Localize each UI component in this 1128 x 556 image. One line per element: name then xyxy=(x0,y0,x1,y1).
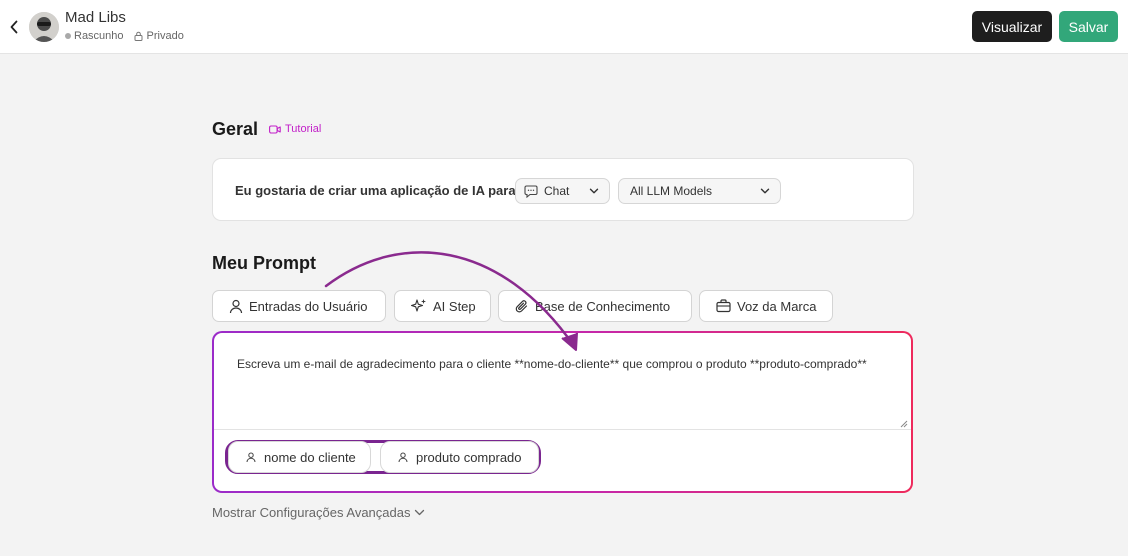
create-app-label: Eu gostaria de criar uma aplicação de IA… xyxy=(235,183,516,198)
variable-label: produto comprado xyxy=(416,449,522,465)
briefcase-icon xyxy=(716,299,731,313)
variable-chip-product[interactable]: produto comprado xyxy=(380,441,539,473)
top-bar: Mad Libs Rascunho Privado Visualizar Sal… xyxy=(0,0,1128,54)
back-button[interactable] xyxy=(6,17,22,37)
tutorial-link[interactable]: Tutorial xyxy=(269,123,321,135)
general-section-title: Geral xyxy=(212,119,259,139)
sparkles-icon xyxy=(411,299,426,312)
prompt-textarea[interactable]: Escreva um e-mail de agradecimento para … xyxy=(237,356,877,373)
chevron-down-icon xyxy=(760,188,770,194)
advanced-settings-label: Mostrar Configurações Avançadas xyxy=(212,505,411,520)
user-icon xyxy=(229,299,243,313)
ai-step-label: AI Step xyxy=(433,298,476,314)
user-inputs-label: Entradas do Usuário xyxy=(249,298,368,314)
save-button[interactable]: Salvar xyxy=(1059,11,1118,42)
variable-label: nome do cliente xyxy=(264,449,356,465)
model-value: All LLM Models xyxy=(630,184,713,198)
app-meta: Rascunho Privado xyxy=(65,30,184,42)
prompt-section-title: Meu Prompt xyxy=(212,253,317,273)
model-select[interactable]: All LLM Models xyxy=(618,178,781,204)
show-advanced-settings-toggle[interactable]: Mostrar Configurações Avançadas xyxy=(212,505,425,520)
knowledge-base-button[interactable]: Base de Conhecimento xyxy=(498,290,692,322)
brand-voice-label: Voz da Marca xyxy=(737,298,817,314)
variable-chip-customer-name[interactable]: nome do cliente xyxy=(228,441,371,473)
chevron-left-icon xyxy=(10,20,18,34)
chevron-down-icon xyxy=(415,509,425,516)
resize-handle-icon[interactable] xyxy=(900,420,908,428)
user-inputs-button[interactable]: Entradas do Usuário xyxy=(212,290,386,322)
app-type-select[interactable]: Chat xyxy=(515,178,610,204)
chat-icon xyxy=(524,184,538,198)
chevron-down-icon xyxy=(589,188,599,194)
app-type-card: Eu gostaria de criar uma aplicação de IA… xyxy=(212,158,914,221)
paperclip-icon xyxy=(515,299,528,312)
status-label: Rascunho xyxy=(74,30,124,42)
editor-divider xyxy=(214,429,911,430)
visibility-label: Privado xyxy=(146,30,184,42)
ai-step-button[interactable]: AI Step xyxy=(394,290,491,322)
video-icon xyxy=(269,124,281,134)
user-icon xyxy=(246,452,256,462)
app-title: Mad Libs xyxy=(65,9,126,26)
app-type-value: Chat xyxy=(544,184,570,198)
lock-icon xyxy=(134,31,143,41)
prompt-editor: Escreva um e-mail de agradecimento para … xyxy=(212,331,913,493)
app-avatar xyxy=(29,12,59,42)
user-icon xyxy=(398,452,408,462)
status-dot-icon xyxy=(65,33,71,39)
preview-button[interactable]: Visualizar xyxy=(972,11,1052,42)
knowledge-base-label: Base de Conhecimento xyxy=(535,298,671,314)
tutorial-label: Tutorial xyxy=(285,123,322,135)
brand-voice-button[interactable]: Voz da Marca xyxy=(699,290,833,322)
